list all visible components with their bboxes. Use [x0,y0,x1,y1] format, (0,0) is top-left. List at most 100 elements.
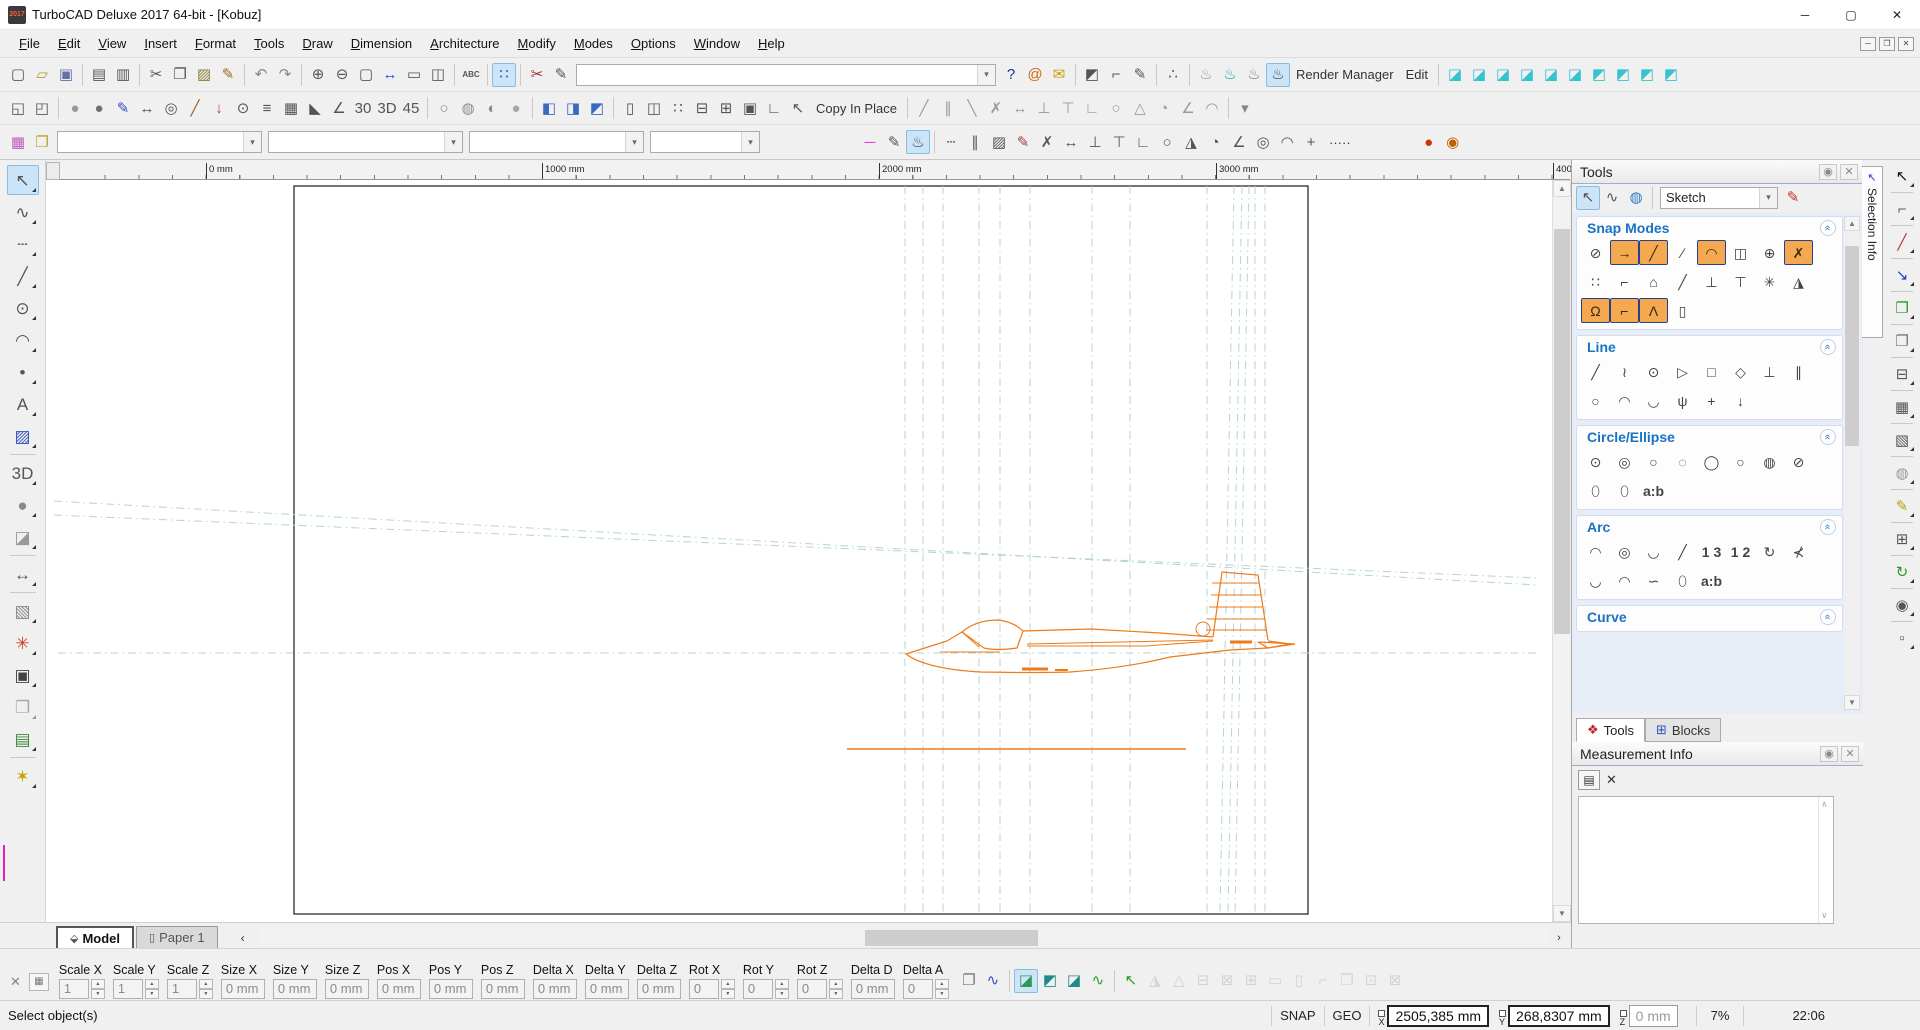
close-panel-icon[interactable]: ✕ [1841,746,1859,762]
scroll-down-icon[interactable]: ▼ [1844,695,1860,710]
add-tool-icon[interactable]: + [1299,130,1323,154]
sections-scroll-thumb[interactable] [1845,246,1859,446]
angle-tool-icon[interactable]: ∠ [1227,130,1251,154]
grid-toggle-icon[interactable]: ∷ [492,63,516,87]
point-tool[interactable]: • [7,357,39,387]
construction-line-icon[interactable]: ┄ [939,130,963,154]
tangent-icon[interactable]: ⊤ [1107,130,1131,154]
select-facet-icon[interactable]: ∿ [1086,969,1110,993]
arc-1-2-icon[interactable]: 1 2 [1726,539,1755,564]
arc-center-start-icon[interactable]: ◠ [1581,539,1610,564]
marker-pen-icon[interactable]: ✎ [1888,493,1916,519]
mdi-close-button[interactable]: ✕ [1898,37,1914,51]
chevron-down-icon[interactable]: ▾ [444,132,462,152]
scroll-down-icon[interactable]: ▼ [1553,905,1571,922]
rotate-handle-icon[interactable]: ↖ [1119,969,1143,993]
record-icon[interactable]: ● [1417,130,1441,154]
render-manager-button[interactable]: Render Manager [1290,67,1400,82]
corner-icon[interactable]: ∟ [1131,130,1155,154]
draft-marker-icon[interactable]: ✎ [549,63,573,87]
assemble-8-icon[interactable]: ∟ [1080,96,1104,120]
vscroll-thumb[interactable] [1554,229,1570,634]
line-vector-icon[interactable]: ↓ [1726,388,1755,413]
set-square-icon[interactable]: ◣ [303,96,327,120]
paper-stack-icon[interactable]: ❐ [30,130,54,154]
snap-quadrant-icon[interactable]: ◫ [1726,240,1755,265]
spinner-control[interactable]: ▲▼ [199,979,213,999]
tab-model[interactable]: ⬙ Model [56,926,134,948]
rotate-view-icon[interactable]: ↻ [1888,559,1916,585]
render-mode-wire-icon[interactable]: ○ [432,96,456,120]
render-draft-icon[interactable]: ♨ [1242,63,1266,87]
snap-vertical-icon[interactable]: ⊥ [1697,269,1726,294]
field-value[interactable]: 0 [903,979,933,999]
line-perpendicular-icon[interactable]: ⊥ [1755,359,1784,384]
collapse-icon[interactable]: « [1820,519,1836,535]
snap-angle-icon[interactable]: Λ [1639,298,1668,323]
circle-tool[interactable]: ⊙ [7,293,39,323]
perpendicular-icon[interactable]: ⊥ [1083,130,1107,154]
stretch-icon[interactable]: ↔ [1059,130,1083,154]
snap-tangent-icon[interactable]: ╱ [1668,269,1697,294]
light-tool[interactable]: ✳ [7,628,39,658]
zoom-out-icon[interactable]: ⊖ [330,63,354,87]
pencil-node-icon[interactable]: ✎ [111,96,135,120]
menu-format[interactable]: Format [186,32,245,55]
menu-tools[interactable]: Tools [245,32,293,55]
chevron-down-icon[interactable]: ▾ [741,132,759,152]
stack-objects-icon[interactable]: ⊟ [1888,361,1916,387]
canvas-vertical-scrollbar[interactable]: ▲ ▼ [1552,180,1570,922]
field-value[interactable]: 1 [113,979,143,999]
field-value[interactable]: 0 mm [221,979,265,999]
node-edit-tool[interactable]: ∿ [7,197,39,227]
ellipse-ratio-icon[interactable]: a:b [1639,478,1668,503]
line-style-combo[interactable]: ▾ [268,131,463,153]
menu-view[interactable]: View [89,32,135,55]
view-iso-ne-icon[interactable]: ◩ [1635,63,1659,87]
scroll-up-icon[interactable]: ▲ [1553,180,1571,197]
frame-nodes-icon[interactable]: ▫ [1888,625,1916,651]
tab-scroll-right-button[interactable]: › [1551,930,1567,946]
assemble-3-icon[interactable]: ╲ [960,96,984,120]
corner-select-icon[interactable]: ⌐ [1104,63,1128,87]
open-folder-icon[interactable]: ▱ [30,63,54,87]
chevron-down-icon[interactable]: ▾ [977,65,995,85]
field-value[interactable]: 1 [167,979,197,999]
line-tangent-2arc-icon[interactable]: ◡ [1639,388,1668,413]
menu-architecture[interactable]: Architecture [421,32,508,55]
spinner-control[interactable]: ▲▼ [91,979,105,999]
pos-icon[interactable]: ▯ [1287,969,1311,993]
zoom-window-icon[interactable]: ▢ [354,63,378,87]
panel-brush-icon[interactable]: ✎ [1781,186,1805,210]
view-back-icon[interactable]: ◪ [1491,63,1515,87]
pick-point-icon[interactable]: ◩ [1080,63,1104,87]
snap-middle-icon[interactable]: ∕ [1668,240,1697,265]
field-value[interactable]: 0 mm [429,979,473,999]
select-cp-icon[interactable]: ◪ [1062,969,1086,993]
pin-icon[interactable]: ◉ [1820,746,1838,762]
ref-3-icon[interactable]: ⊡ [1359,969,1383,993]
canvas-horizontal-scrollbar[interactable] [260,930,1549,946]
drawing-canvas[interactable] [46,180,1552,922]
line-tool[interactable]: ╱ [7,261,39,291]
arc-tool-icon[interactable]: ◠ [1275,130,1299,154]
undo-icon[interactable]: ↶ [249,63,273,87]
z-lock-checkbox[interactable] [1620,1010,1627,1017]
chevron-down-icon[interactable]: ▾ [243,132,261,152]
zoom-previous-icon[interactable]: ▭ [402,63,426,87]
ref-1-icon[interactable]: ⌐ [1311,969,1335,993]
render-mode-full-icon[interactable]: ● [504,96,528,120]
center-point-icon[interactable]: ⊙ [231,96,255,120]
address-book-icon[interactable]: @ [1023,63,1047,87]
table-icon[interactable]: ▦ [279,96,303,120]
zoom-in-icon[interactable]: ⊕ [306,63,330,87]
mdi-restore-button[interactable]: ❐ [1879,37,1895,51]
measurement-list-icon[interactable]: ▤ [1578,770,1600,790]
new-window-icon[interactable]: ◱ [6,96,30,120]
measurement-list-scrollbar[interactable]: ∧ ∨ [1818,797,1833,923]
parallel-lines-icon[interactable]: ∥ [963,130,987,154]
circle-concentric-icon[interactable]: ◎ [1610,449,1639,474]
spinner-control[interactable]: ▲▼ [145,979,159,999]
minimize-button[interactable]: ─ [1782,0,1828,30]
selection-info-cursor-icon[interactable]: ↖ [1888,163,1916,189]
